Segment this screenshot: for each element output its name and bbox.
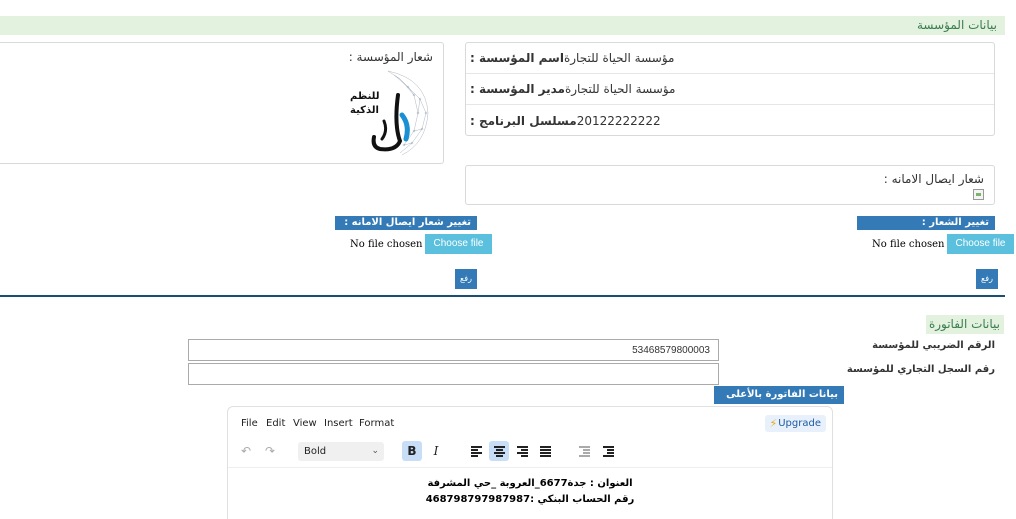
upgrade-label: Upgrade xyxy=(778,418,821,429)
org-logo-image: للنظم الذكية xyxy=(350,70,429,156)
editor-header-label: بيانات الفاتورة بالأعلى xyxy=(714,386,844,404)
broken-image-icon xyxy=(973,189,984,200)
outdent-icon[interactable] xyxy=(574,441,594,461)
block-format-select[interactable]: Bold ⌄ xyxy=(298,442,384,461)
tax-number-input[interactable] xyxy=(188,339,719,361)
change-safe-logo-choose-file-button[interactable]: Choose file xyxy=(425,234,492,254)
cr-number-label: رقم السجل التجاري للمؤسسة xyxy=(846,364,995,375)
org-logo-panel: شعار المؤسسة : للنظم الذكية xyxy=(0,42,444,164)
tax-number-label: الرقم الضريبي للمؤسسة xyxy=(872,340,995,351)
editor-content-area[interactable]: العنوان : جدة6677_العروبة _حي المشرفة رق… xyxy=(228,467,832,519)
safe-receipt-logo-panel: شعار ايصال الامانه : xyxy=(465,165,995,205)
change-logo-file-row: No file chosen Choose file xyxy=(872,234,1014,254)
align-right-icon[interactable] xyxy=(512,441,532,461)
program-serial-row: مسلسل البرنامج : 20122222222 xyxy=(466,105,994,136)
org-name-row: اسم المؤسسة : مؤسسة الحياة للتجارة xyxy=(466,43,994,74)
org-name-value: مؤسسة الحياة للتجارة xyxy=(563,51,675,65)
change-logo-no-file: No file chosen xyxy=(872,238,945,250)
menu-view[interactable]: View xyxy=(293,418,317,429)
editor-bank-account-line: رقم الحساب البنكي :468798797987987 xyxy=(425,494,635,505)
change-logo-label: تغيير الشعار : xyxy=(857,216,995,230)
menu-file[interactable]: File xyxy=(241,418,258,429)
bold-button[interactable]: B xyxy=(402,441,422,461)
menu-format[interactable]: Format xyxy=(359,418,394,429)
block-format-value: Bold xyxy=(304,446,327,457)
menu-insert[interactable]: Insert xyxy=(324,418,353,429)
chevron-down-icon: ⌄ xyxy=(371,446,379,456)
menu-edit[interactable]: Edit xyxy=(266,418,285,429)
change-logo-choose-file-button[interactable]: Choose file xyxy=(947,234,1014,254)
org-section-title: بيانات المؤسسة xyxy=(916,18,997,32)
redo-icon[interactable]: ↷ xyxy=(260,441,280,461)
cr-number-input[interactable] xyxy=(188,363,719,385)
org-logo-text-2: الذكية xyxy=(350,105,379,116)
align-left-icon[interactable] xyxy=(466,441,486,461)
change-safe-logo-upload-button[interactable]: رفع xyxy=(455,269,477,289)
org-section-header: بيانات المؤسسة xyxy=(0,16,1005,35)
org-logo-text-1: للنظم xyxy=(350,91,380,102)
change-logo-upload-button[interactable]: رفع xyxy=(976,269,998,289)
editor-address-line: العنوان : جدة6677_العروبة _حي المشرفة xyxy=(427,478,633,489)
indent-icon[interactable] xyxy=(598,441,618,461)
org-logo-label: شعار المؤسسة : xyxy=(348,50,433,64)
section-divider xyxy=(0,295,1005,297)
org-manager-row: مدير المؤسسة : مؤسسة الحياة للتجارة xyxy=(466,74,994,105)
program-serial-value: 20122222222 xyxy=(576,113,661,128)
undo-icon[interactable]: ↶ xyxy=(236,441,256,461)
upgrade-button[interactable]: ⚡ Upgrade xyxy=(764,415,826,432)
change-safe-logo-file-row: No file chosen Choose file xyxy=(350,234,492,254)
program-serial-label: مسلسل البرنامج : xyxy=(470,113,577,128)
org-name-label: اسم المؤسسة : xyxy=(470,51,564,65)
invoice-section-header: بيانات الفاتورة xyxy=(926,315,1004,334)
change-safe-logo-no-file: No file chosen xyxy=(350,238,423,250)
rich-text-editor: File Edit View Insert Format ⚡ Upgrade ↶… xyxy=(227,406,833,519)
align-center-icon[interactable] xyxy=(489,441,509,461)
org-info-panel: اسم المؤسسة : مؤسسة الحياة للتجارة مدير … xyxy=(465,42,995,136)
org-manager-label: مدير المؤسسة : xyxy=(470,82,565,96)
change-safe-logo-label: تغيير شعار ايصال الامانه : xyxy=(335,216,477,230)
lightning-icon: ⚡ xyxy=(769,417,778,430)
safe-receipt-logo-label: شعار ايصال الامانه : xyxy=(883,172,984,186)
align-justify-icon[interactable] xyxy=(535,441,555,461)
editor-menubar: File Edit View Insert Format ⚡ Upgrade xyxy=(228,407,832,437)
invoice-section-title: بيانات الفاتورة xyxy=(928,317,1000,331)
italic-button[interactable]: I xyxy=(426,441,446,461)
org-manager-value: مؤسسة الحياة للتجارة xyxy=(564,82,676,96)
editor-toolbar: ↶ ↷ Bold ⌄ B I xyxy=(228,439,832,465)
